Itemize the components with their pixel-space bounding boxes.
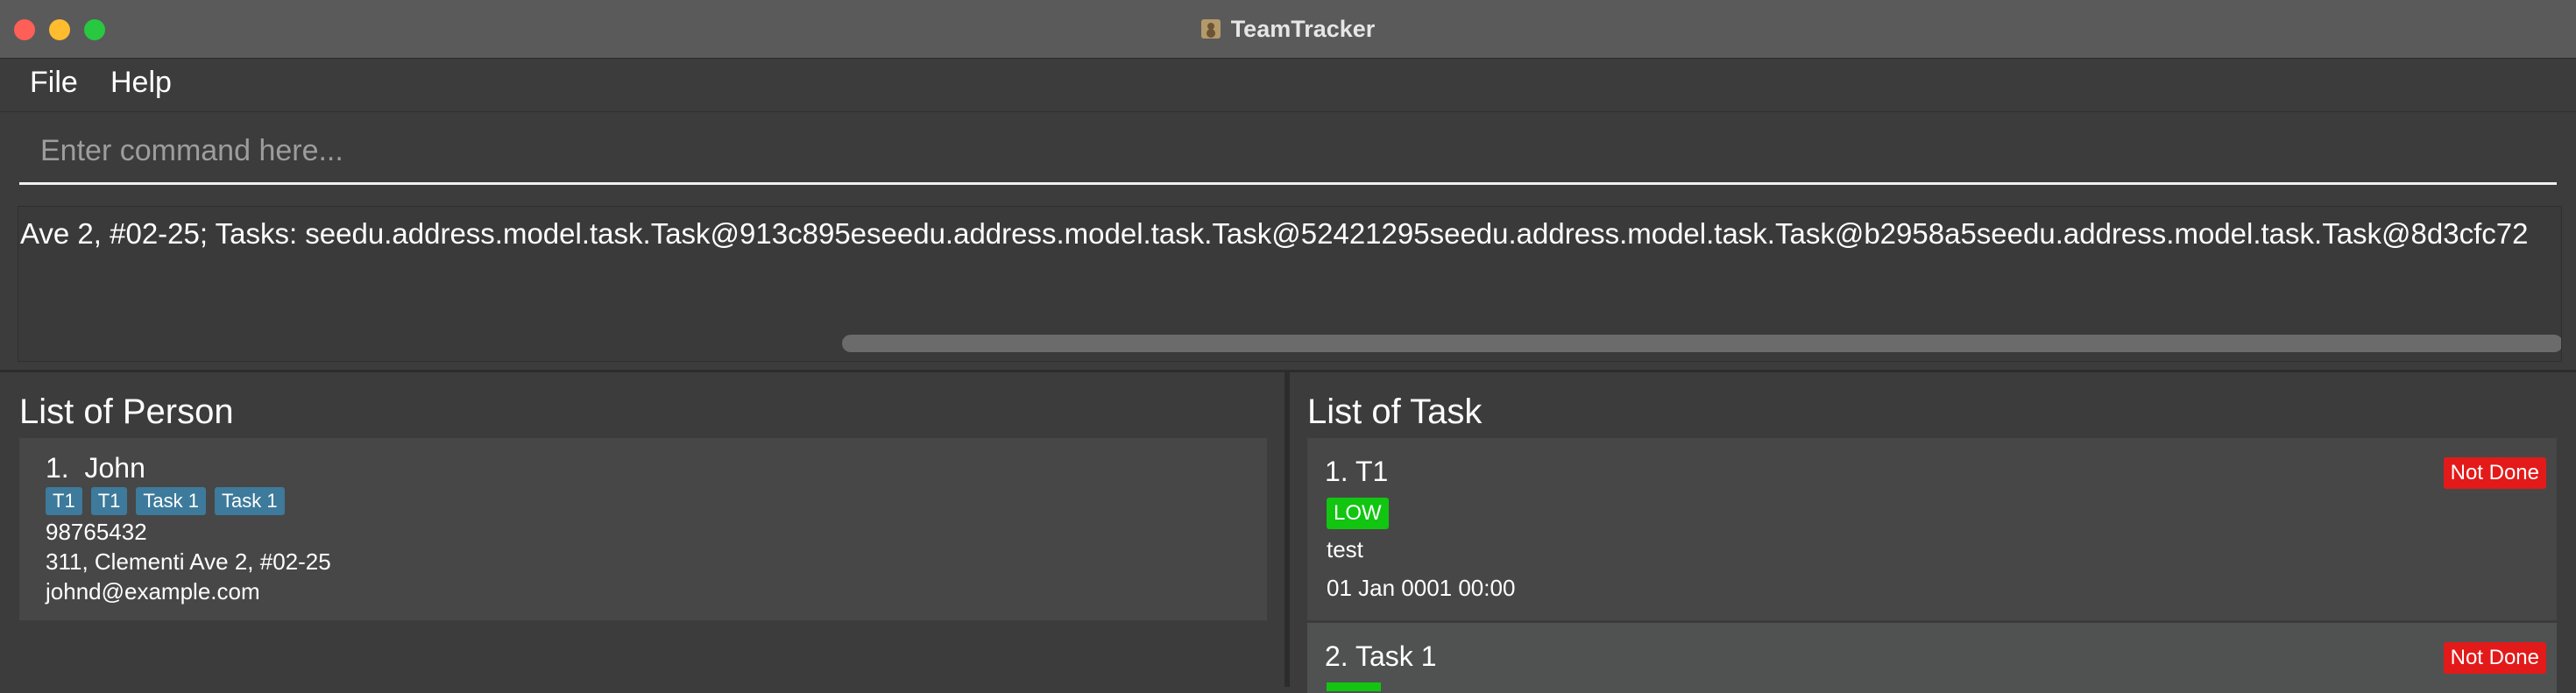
- task-status-badge: Not Done: [2443, 457, 2546, 489]
- menu-file[interactable]: File: [30, 66, 78, 100]
- window-title: TeamTracker: [1230, 15, 1376, 42]
- person-name: John: [84, 452, 145, 484]
- panel-splitter[interactable]: [1284, 372, 1290, 687]
- result-text: Ave 2, #02-25; Tasks: seedu.address.mode…: [20, 217, 2529, 250]
- person-index: 1.: [46, 452, 69, 484]
- person-tag: T1: [46, 487, 82, 515]
- priority-badge-partial: [1327, 682, 1381, 691]
- task-card[interactable]: 1. T1 Not Done LOW test 01 Jan 0001 00:0…: [1307, 438, 2557, 620]
- task-date: 01 Jan 0001 00:00: [1327, 575, 1516, 601]
- person-phone: 98765432: [46, 519, 147, 545]
- person-tag: Task 1: [214, 487, 285, 515]
- person-card[interactable]: 1. John T1 T1 Task 1 Task 1 98765432 311…: [19, 438, 1267, 620]
- person-list-title: List of Person: [19, 392, 234, 431]
- person-name-line: 1. John: [46, 452, 145, 484]
- task-name: 1. T1: [1325, 456, 1389, 487]
- command-box: [19, 121, 2557, 185]
- person-tag: Task 1: [136, 487, 206, 515]
- task-card-selected[interactable]: 2. Task 1 Not Done: [1307, 623, 2557, 693]
- menu-bar: File Help: [0, 59, 2576, 112]
- priority-badge: LOW: [1327, 498, 1389, 529]
- person-tags: T1 T1 Task 1 Task 1: [46, 487, 285, 515]
- person-address: 311, Clementi Ave 2, #02-25: [46, 548, 331, 575]
- task-name: 2. Task 1: [1325, 640, 1437, 672]
- result-display[interactable]: Ave 2, #02-25; Tasks: seedu.address.mode…: [18, 206, 2562, 362]
- menu-help[interactable]: Help: [110, 66, 172, 100]
- person-email: johnd@example.com: [46, 578, 260, 605]
- contact-book-icon: [1200, 19, 1221, 39]
- window-title-group: TeamTracker: [0, 0, 2576, 58]
- command-input[interactable]: [19, 121, 2557, 180]
- task-status-badge: Not Done: [2443, 642, 2546, 674]
- horizontal-scrollbar-thumb[interactable]: [842, 335, 2561, 352]
- person-tag: T1: [90, 487, 128, 515]
- title-bar: TeamTracker: [0, 0, 2576, 59]
- task-description: test: [1327, 536, 1363, 562]
- task-list-title: List of Task: [1307, 392, 1483, 431]
